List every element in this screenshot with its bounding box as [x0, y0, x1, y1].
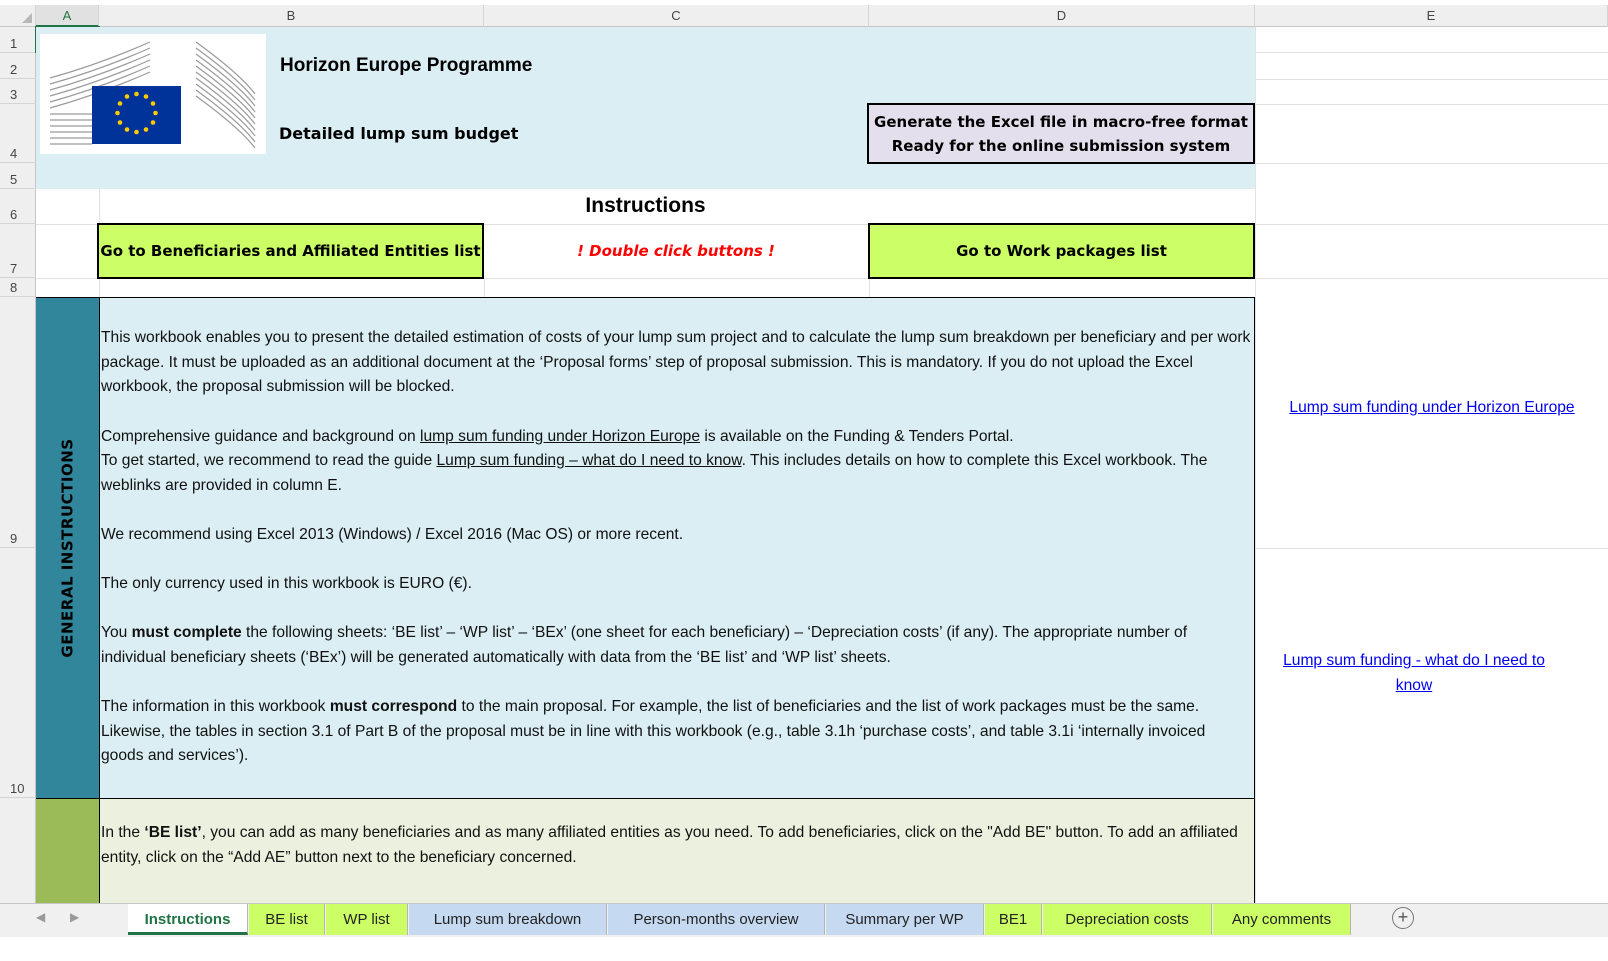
general-paragraph-3: To get started, we recommend to read the…: [101, 449, 1251, 498]
row-header-3[interactable]: 3: [0, 79, 36, 104]
add-sheet-icon[interactable]: +: [1392, 907, 1414, 929]
row-header-6[interactable]: 6: [0, 189, 36, 224]
general-instructions-label: GENERAL INSTRUCTIONS: [58, 438, 77, 658]
scroll-tabs-right-icon[interactable]: ▶: [70, 910, 79, 924]
be-p1-text-b: , you can add as many beneficiaries and …: [101, 824, 1238, 866]
general-paragraph-6: You must complete the following sheets: …: [101, 621, 1251, 670]
row-header-1[interactable]: 1: [0, 27, 36, 53]
p3-text-a: To get started, we recommend to read the…: [101, 452, 437, 469]
be-p1-bold: ‘BE list’: [144, 824, 202, 841]
bottom-strip: [0, 937, 1608, 961]
generate-button-line1: Generate the Excel file in macro-free fo…: [874, 112, 1248, 131]
p6-bold: must complete: [131, 624, 242, 641]
sheet-tab-instructions[interactable]: Instructions: [128, 904, 248, 935]
sheet-tab-be-list[interactable]: BE list: [249, 904, 325, 935]
general-paragraph-4: We recommend using Excel 2013 (Windows) …: [101, 526, 684, 543]
sheet-tab-depreciation-costs[interactable]: Depreciation costs: [1043, 904, 1212, 935]
sheet-tab-be1[interactable]: BE1: [985, 904, 1042, 935]
p6-text-b: the following sheets: ‘BE list’ – ‘WP li…: [101, 624, 1188, 666]
column-header-bar: A B C D E: [0, 5, 1608, 27]
sheet-tab-summary-per-wp[interactable]: Summary per WP: [826, 904, 984, 935]
column-header-a[interactable]: A: [36, 5, 99, 27]
gridline: [1255, 52, 1608, 53]
select-all-corner[interactable]: [0, 5, 36, 27]
go-to-wp-list-button[interactable]: Go to Work packages list: [868, 223, 1255, 279]
row-header-10[interactable]: 10: [0, 548, 36, 798]
gridline: [1255, 79, 1608, 80]
document-subtitle: Detailed lump sum budget: [279, 124, 519, 143]
gridline: [1255, 104, 1608, 105]
row-header-2[interactable]: 2: [0, 53, 36, 79]
p2-link-lump-sum-funding[interactable]: lump sum funding under Horizon Europe: [420, 428, 700, 445]
general-instructions-side: GENERAL INSTRUCTIONS: [36, 297, 99, 799]
generate-button-line2: Ready for the online submission system: [891, 136, 1231, 155]
p2-text-b: is available on the Funding & Tenders Po…: [700, 428, 1014, 445]
general-paragraph-2: Comprehensive guidance and background on…: [101, 425, 1251, 450]
column-header-e[interactable]: E: [1255, 5, 1608, 27]
instructions-title: Instructions: [585, 194, 706, 217]
row-header-5[interactable]: 5: [0, 163, 36, 189]
column-header-b[interactable]: B: [99, 5, 484, 27]
gridline: [869, 278, 870, 297]
column-header-c[interactable]: C: [484, 5, 869, 27]
be-list-section-side: [36, 798, 99, 903]
gridline: [1255, 548, 1608, 549]
go-to-be-list-button[interactable]: Go to Beneficiaries and Affiliated Entit…: [97, 223, 484, 279]
be-list-paragraph-1: In the ‘BE list’, you can add as many be…: [101, 821, 1251, 903]
p2-text-a: Comprehensive guidance and background on: [101, 428, 421, 445]
gridline: [1255, 27, 1256, 903]
p3-link-guide[interactable]: Lump sum funding – what do I need to kno…: [436, 452, 741, 469]
column-header-d[interactable]: D: [869, 5, 1255, 27]
p6-text-a: You: [101, 624, 132, 641]
be-p1-text-a: In the: [101, 824, 145, 841]
programme-title: Horizon Europe Programme: [280, 55, 533, 76]
p7-text-a: The information in this workbook: [101, 698, 330, 715]
general-paragraph-1: This workbook enables you to present the…: [101, 329, 1251, 396]
general-paragraph-5: The only currency used in this workbook …: [101, 575, 472, 592]
row-header-9[interactable]: 9: [0, 297, 36, 548]
sheet-tab-lump-sum-breakdown[interactable]: Lump sum breakdown: [409, 904, 607, 935]
general-paragraph-7: The information in this workbook must co…: [101, 695, 1251, 769]
generate-macro-free-button[interactable]: Generate the Excel file in macro-free fo…: [867, 103, 1255, 164]
sheet-tab-any-comments[interactable]: Any comments: [1213, 904, 1351, 935]
scroll-tabs-left-icon[interactable]: ◀: [36, 910, 45, 924]
row-header-4[interactable]: 4: [0, 104, 36, 163]
double-click-note: ! Double click buttons !: [577, 242, 775, 260]
gridline: [484, 278, 485, 297]
row-header-8[interactable]: 8: [0, 278, 36, 297]
logo-graphic: [49, 41, 256, 149]
sheet-tab-wp-list[interactable]: WP list: [326, 904, 408, 935]
row-header-7[interactable]: 7: [0, 224, 36, 278]
row-header-bar: 1 2 3 4 5 6 7 8 9 10: [0, 27, 36, 903]
p7-bold: must correspond: [329, 698, 458, 715]
link-lump-sum-what-do-i-need[interactable]: Lump sum funding - what do I need to kno…: [1266, 649, 1562, 698]
european-commission-logo: [40, 34, 266, 154]
link-lump-sum-funding-horizon-europe[interactable]: Lump sum funding under Horizon Europe: [1256, 399, 1608, 417]
gridline: [1255, 163, 1608, 164]
sheet-tab-person-months-overview[interactable]: Person-months overview: [608, 904, 825, 935]
